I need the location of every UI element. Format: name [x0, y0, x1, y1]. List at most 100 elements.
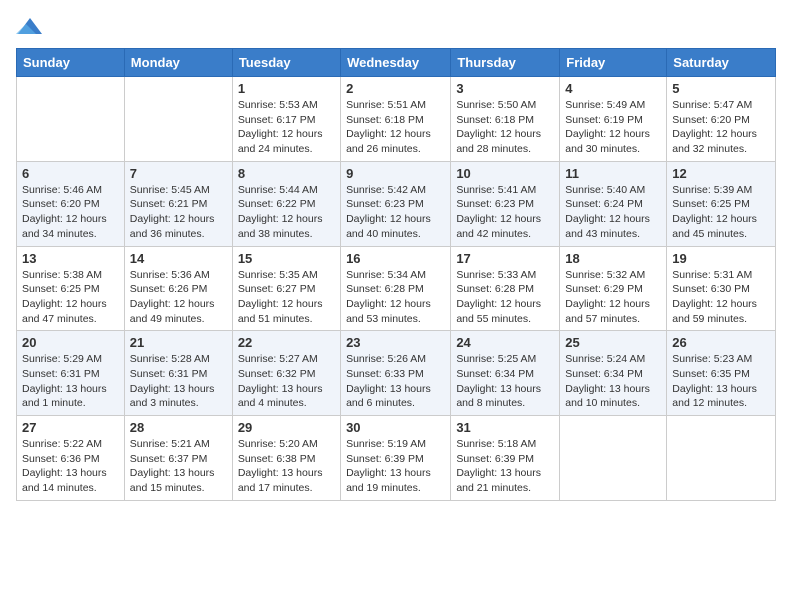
- calendar-week-5: 27 Sunrise: 5:22 AM Sunset: 6:36 PM Dayli…: [17, 416, 776, 501]
- calendar-header-friday: Friday: [560, 49, 667, 77]
- day-number: 16: [346, 251, 445, 266]
- calendar-cell: 1 Sunrise: 5:53 AM Sunset: 6:17 PM Daylig…: [232, 77, 340, 162]
- day-info: Sunrise: 5:32 AM Sunset: 6:29 PM Dayligh…: [565, 268, 661, 327]
- calendar-cell: 14 Sunrise: 5:36 AM Sunset: 6:26 PM Dayli…: [124, 246, 232, 331]
- calendar-header-wednesday: Wednesday: [341, 49, 451, 77]
- day-number: 6: [22, 166, 119, 181]
- day-number: 23: [346, 335, 445, 350]
- day-number: 29: [238, 420, 335, 435]
- page-header: [16, 16, 776, 38]
- calendar-cell: 19Sunrise: 5:31 AM Sunset: 6:30 PM Dayli…: [667, 246, 776, 331]
- calendar-cell: 29 Sunrise: 5:20 AM Sunset: 6:38 PM Dayli…: [232, 416, 340, 501]
- day-number: 4: [565, 81, 661, 96]
- day-info: Sunrise: 5:33 AM Sunset: 6:28 PM Dayligh…: [456, 268, 554, 327]
- calendar-cell: 17 Sunrise: 5:33 AM Sunset: 6:28 PM Dayli…: [451, 246, 560, 331]
- day-number: 9: [346, 166, 445, 181]
- day-info: Sunrise: 5:25 AM Sunset: 6:34 PM Dayligh…: [456, 352, 554, 411]
- calendar-week-3: 13Sunrise: 5:38 AM Sunset: 6:25 PM Dayli…: [17, 246, 776, 331]
- day-info: Sunrise: 5:41 AM Sunset: 6:23 PM Dayligh…: [456, 183, 554, 242]
- day-number: 17: [456, 251, 554, 266]
- day-info: Sunrise: 5:28 AM Sunset: 6:31 PM Dayligh…: [130, 352, 227, 411]
- calendar-cell: 31Sunrise: 5:18 AM Sunset: 6:39 PM Dayli…: [451, 416, 560, 501]
- calendar-table: SundayMondayTuesdayWednesdayThursdayFrid…: [16, 48, 776, 501]
- calendar-cell: 11Sunrise: 5:40 AM Sunset: 6:24 PM Dayli…: [560, 161, 667, 246]
- day-number: 28: [130, 420, 227, 435]
- day-info: Sunrise: 5:23 AM Sunset: 6:35 PM Dayligh…: [672, 352, 770, 411]
- calendar-cell: 28Sunrise: 5:21 AM Sunset: 6:37 PM Dayli…: [124, 416, 232, 501]
- day-number: 15: [238, 251, 335, 266]
- calendar-header-monday: Monday: [124, 49, 232, 77]
- calendar-cell: 18 Sunrise: 5:32 AM Sunset: 6:29 PM Dayli…: [560, 246, 667, 331]
- day-number: 12: [672, 166, 770, 181]
- calendar-cell: 25 Sunrise: 5:24 AM Sunset: 6:34 PM Dayli…: [560, 331, 667, 416]
- calendar-cell: [124, 77, 232, 162]
- calendar-cell: 6 Sunrise: 5:46 AM Sunset: 6:20 PM Daylig…: [17, 161, 125, 246]
- day-info: Sunrise: 5:47 AM Sunset: 6:20 PM Dayligh…: [672, 98, 770, 157]
- calendar-week-2: 6 Sunrise: 5:46 AM Sunset: 6:20 PM Daylig…: [17, 161, 776, 246]
- calendar-cell: 15 Sunrise: 5:35 AM Sunset: 6:27 PM Dayli…: [232, 246, 340, 331]
- day-number: 3: [456, 81, 554, 96]
- calendar-cell: 3 Sunrise: 5:50 AM Sunset: 6:18 PM Daylig…: [451, 77, 560, 162]
- day-number: 5: [672, 81, 770, 96]
- calendar-cell: [667, 416, 776, 501]
- calendar-cell: 13Sunrise: 5:38 AM Sunset: 6:25 PM Dayli…: [17, 246, 125, 331]
- calendar-header-saturday: Saturday: [667, 49, 776, 77]
- day-info: Sunrise: 5:19 AM Sunset: 6:39 PM Dayligh…: [346, 437, 445, 496]
- day-info: Sunrise: 5:44 AM Sunset: 6:22 PM Dayligh…: [238, 183, 335, 242]
- day-info: Sunrise: 5:49 AM Sunset: 6:19 PM Dayligh…: [565, 98, 661, 157]
- calendar-week-1: 1 Sunrise: 5:53 AM Sunset: 6:17 PM Daylig…: [17, 77, 776, 162]
- day-info: Sunrise: 5:45 AM Sunset: 6:21 PM Dayligh…: [130, 183, 227, 242]
- calendar-cell: [17, 77, 125, 162]
- day-info: Sunrise: 5:42 AM Sunset: 6:23 PM Dayligh…: [346, 183, 445, 242]
- calendar-header-thursday: Thursday: [451, 49, 560, 77]
- calendar-cell: 7 Sunrise: 5:45 AM Sunset: 6:21 PM Daylig…: [124, 161, 232, 246]
- calendar-cell: 4 Sunrise: 5:49 AM Sunset: 6:19 PM Daylig…: [560, 77, 667, 162]
- calendar-cell: 24 Sunrise: 5:25 AM Sunset: 6:34 PM Dayli…: [451, 331, 560, 416]
- day-number: 24: [456, 335, 554, 350]
- calendar-cell: 22Sunrise: 5:27 AM Sunset: 6:32 PM Dayli…: [232, 331, 340, 416]
- day-info: Sunrise: 5:53 AM Sunset: 6:17 PM Dayligh…: [238, 98, 335, 157]
- calendar-cell: 10 Sunrise: 5:41 AM Sunset: 6:23 PM Dayli…: [451, 161, 560, 246]
- calendar-cell: 5 Sunrise: 5:47 AM Sunset: 6:20 PM Daylig…: [667, 77, 776, 162]
- day-info: Sunrise: 5:22 AM Sunset: 6:36 PM Dayligh…: [22, 437, 119, 496]
- day-number: 26: [672, 335, 770, 350]
- day-info: Sunrise: 5:35 AM Sunset: 6:27 PM Dayligh…: [238, 268, 335, 327]
- day-info: Sunrise: 5:24 AM Sunset: 6:34 PM Dayligh…: [565, 352, 661, 411]
- day-info: Sunrise: 5:38 AM Sunset: 6:25 PM Dayligh…: [22, 268, 119, 327]
- day-info: Sunrise: 5:46 AM Sunset: 6:20 PM Dayligh…: [22, 183, 119, 242]
- day-info: Sunrise: 5:50 AM Sunset: 6:18 PM Dayligh…: [456, 98, 554, 157]
- day-info: Sunrise: 5:40 AM Sunset: 6:24 PM Dayligh…: [565, 183, 661, 242]
- calendar-body: 1 Sunrise: 5:53 AM Sunset: 6:17 PM Daylig…: [17, 77, 776, 501]
- calendar-cell: 8Sunrise: 5:44 AM Sunset: 6:22 PM Daylig…: [232, 161, 340, 246]
- calendar-cell: 12 Sunrise: 5:39 AM Sunset: 6:25 PM Dayli…: [667, 161, 776, 246]
- day-number: 14: [130, 251, 227, 266]
- calendar-header-row: SundayMondayTuesdayWednesdayThursdayFrid…: [17, 49, 776, 77]
- calendar-cell: 16Sunrise: 5:34 AM Sunset: 6:28 PM Dayli…: [341, 246, 451, 331]
- calendar-cell: 30Sunrise: 5:19 AM Sunset: 6:39 PM Dayli…: [341, 416, 451, 501]
- calendar-cell: 2 Sunrise: 5:51 AM Sunset: 6:18 PM Daylig…: [341, 77, 451, 162]
- day-info: Sunrise: 5:18 AM Sunset: 6:39 PM Dayligh…: [456, 437, 554, 496]
- calendar-header-tuesday: Tuesday: [232, 49, 340, 77]
- day-info: Sunrise: 5:36 AM Sunset: 6:26 PM Dayligh…: [130, 268, 227, 327]
- calendar-cell: 21 Sunrise: 5:28 AM Sunset: 6:31 PM Dayli…: [124, 331, 232, 416]
- calendar-cell: 23 Sunrise: 5:26 AM Sunset: 6:33 PM Dayli…: [341, 331, 451, 416]
- day-number: 25: [565, 335, 661, 350]
- calendar-cell: [560, 416, 667, 501]
- day-number: 22: [238, 335, 335, 350]
- calendar-week-4: 20Sunrise: 5:29 AM Sunset: 6:31 PM Dayli…: [17, 331, 776, 416]
- day-number: 27: [22, 420, 119, 435]
- day-number: 18: [565, 251, 661, 266]
- calendar-cell: 20Sunrise: 5:29 AM Sunset: 6:31 PM Dayli…: [17, 331, 125, 416]
- day-info: Sunrise: 5:39 AM Sunset: 6:25 PM Dayligh…: [672, 183, 770, 242]
- day-number: 2: [346, 81, 445, 96]
- day-number: 10: [456, 166, 554, 181]
- calendar-header-sunday: Sunday: [17, 49, 125, 77]
- day-info: Sunrise: 5:26 AM Sunset: 6:33 PM Dayligh…: [346, 352, 445, 411]
- day-info: Sunrise: 5:51 AM Sunset: 6:18 PM Dayligh…: [346, 98, 445, 157]
- day-number: 21: [130, 335, 227, 350]
- calendar-cell: 9 Sunrise: 5:42 AM Sunset: 6:23 PM Daylig…: [341, 161, 451, 246]
- day-info: Sunrise: 5:20 AM Sunset: 6:38 PM Dayligh…: [238, 437, 335, 496]
- logo: [16, 16, 48, 38]
- day-number: 7: [130, 166, 227, 181]
- day-number: 1: [238, 81, 335, 96]
